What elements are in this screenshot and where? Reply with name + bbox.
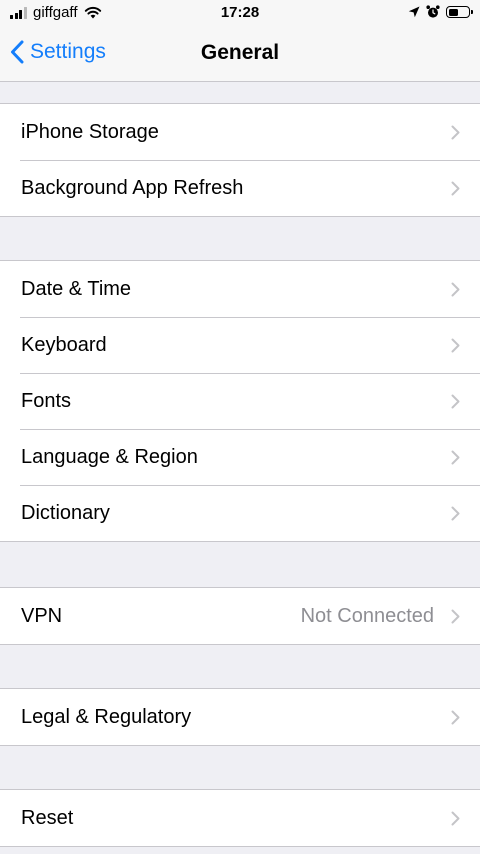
chevron-right-icon [451, 338, 460, 353]
row-label: Keyboard [21, 333, 107, 356]
page-title: General [200, 41, 280, 64]
row-label: Background App Refresh [21, 176, 244, 199]
row-keyboard[interactable]: Keyboard [0, 317, 480, 373]
chevron-right-icon [451, 506, 460, 521]
chevron-right-icon [451, 181, 460, 196]
row-label: Reset [21, 806, 74, 829]
chevron-right-icon [451, 450, 460, 465]
chevron-right-icon [451, 282, 460, 297]
row-label: Legal & Regulatory [21, 705, 192, 728]
row-label: Dictionary [21, 501, 110, 524]
settings-group-reset: Reset [0, 789, 480, 847]
settings-group-storage: iPhone Storage Background App Refresh [0, 103, 480, 217]
chevron-right-icon [451, 394, 460, 409]
battery-icon [446, 6, 473, 18]
settings-group-locale: Date & Time Keyboard Fonts Language & Re… [0, 260, 480, 542]
row-label: Date & Time [21, 277, 132, 300]
row-vpn[interactable]: VPN Not Connected [0, 588, 480, 644]
location-icon [408, 6, 420, 18]
row-iphone-storage[interactable]: iPhone Storage [0, 104, 480, 160]
row-reset[interactable]: Reset [0, 790, 480, 846]
row-fonts[interactable]: Fonts [0, 373, 480, 429]
row-dictionary[interactable]: Dictionary [0, 485, 480, 541]
settings-group-vpn: VPN Not Connected [0, 587, 480, 645]
row-label: Language & Region [21, 445, 198, 468]
settings-group-legal: Legal & Regulatory [0, 688, 480, 746]
row-date-time[interactable]: Date & Time [0, 261, 480, 317]
status-right [402, 5, 473, 19]
vpn-status-value: Not Connected [300, 604, 434, 627]
row-legal-regulatory[interactable]: Legal & Regulatory [0, 689, 480, 745]
chevron-right-icon [451, 609, 460, 624]
row-label: Fonts [21, 389, 72, 412]
status-bar: giffgaff 17:28 [0, 0, 480, 28]
row-language-region[interactable]: Language & Region [0, 429, 480, 485]
navigation-bar: Settings General [0, 28, 480, 82]
chevron-right-icon [451, 125, 460, 140]
chevron-right-icon [451, 710, 460, 725]
chevron-right-icon [451, 811, 460, 826]
alarm-icon [426, 5, 440, 18]
row-background-app-refresh[interactable]: Background App Refresh [0, 160, 480, 216]
row-label: VPN [21, 604, 63, 627]
row-label: iPhone Storage [21, 120, 159, 143]
